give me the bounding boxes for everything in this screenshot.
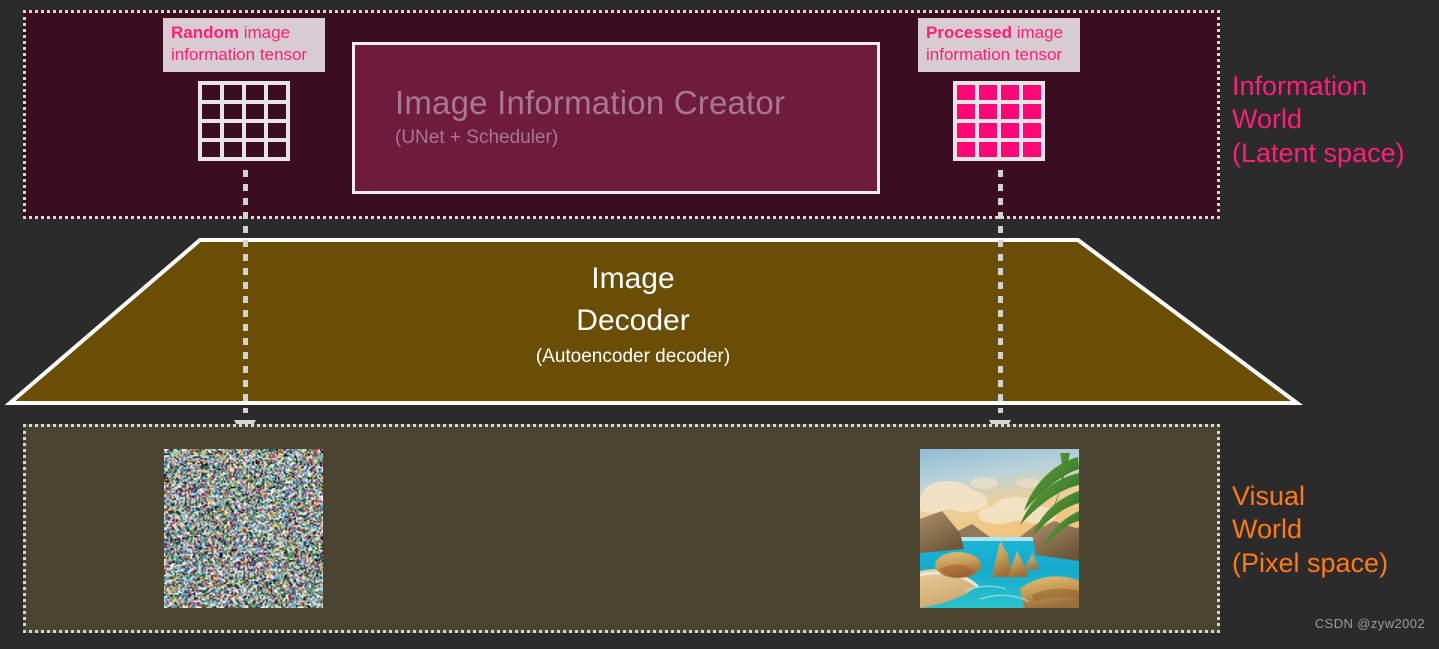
image-decoder-shape bbox=[0, 230, 1310, 415]
random-noise-image bbox=[164, 449, 323, 608]
creator-subtitle: (UNet + Scheduler) bbox=[395, 127, 835, 149]
random-tensor-label-strong: Random bbox=[171, 23, 239, 42]
tensor-cell bbox=[1023, 104, 1041, 119]
creator-text-block: Image Information Creator (UNet + Schedu… bbox=[395, 85, 835, 149]
image-information-creator-box: Image Information Creator (UNet + Schedu… bbox=[352, 42, 880, 194]
tensor-cell bbox=[224, 104, 242, 119]
tensor-cell bbox=[202, 123, 220, 138]
processed-tensor-label-line2: information tensor bbox=[926, 45, 1062, 64]
processed-tensor-grid bbox=[953, 81, 1045, 161]
processed-tensor-label: Processed image information tensor bbox=[918, 18, 1080, 72]
processed-tensor-label-rest: image bbox=[1012, 23, 1063, 42]
visual-world-label: Visual World (Pixel space) bbox=[1232, 480, 1388, 580]
information-world-label: Information World (Latent space) bbox=[1232, 70, 1405, 170]
tensor-cell bbox=[268, 142, 286, 157]
tensor-cell bbox=[1023, 142, 1041, 157]
tensor-cell bbox=[957, 123, 975, 138]
tensor-cell bbox=[246, 123, 264, 138]
creator-title: Image Information Creator bbox=[395, 85, 835, 121]
random-tensor-label-line2: information tensor bbox=[171, 45, 307, 64]
connector-line-left bbox=[243, 165, 248, 413]
watermark: CSDN @zyw2002 bbox=[1315, 616, 1425, 631]
tensor-cell bbox=[224, 123, 242, 138]
tensor-cell bbox=[268, 85, 286, 100]
connector-line-right bbox=[998, 165, 1003, 413]
diagram-canvas: Random image information tensor Image In… bbox=[0, 0, 1439, 649]
decoder-trapezoid bbox=[10, 240, 1297, 403]
tensor-cell bbox=[979, 104, 997, 119]
tensor-cell bbox=[224, 85, 242, 100]
noise-canvas bbox=[164, 449, 323, 608]
tensor-cell bbox=[979, 142, 997, 157]
tensor-cell bbox=[268, 123, 286, 138]
tensor-cell bbox=[979, 85, 997, 100]
random-tensor-label-rest: image bbox=[239, 23, 290, 42]
tensor-cell bbox=[224, 142, 242, 157]
tensor-cell bbox=[979, 123, 997, 138]
random-tensor-label: Random image information tensor bbox=[163, 18, 325, 72]
tensor-cell bbox=[246, 142, 264, 157]
tensor-cell bbox=[1001, 104, 1019, 119]
tensor-cell bbox=[1001, 85, 1019, 100]
random-tensor-grid bbox=[198, 81, 290, 161]
tensor-cell bbox=[957, 142, 975, 157]
processed-tensor-label-strong: Processed bbox=[926, 23, 1012, 42]
tensor-cell bbox=[1001, 142, 1019, 157]
tensor-cell bbox=[202, 104, 220, 119]
tensor-cell bbox=[202, 85, 220, 100]
tropical-beach-image bbox=[920, 449, 1079, 608]
tensor-cell bbox=[957, 85, 975, 100]
tensor-cell bbox=[202, 142, 220, 157]
tensor-cell bbox=[1001, 123, 1019, 138]
tensor-cell bbox=[1023, 85, 1041, 100]
tensor-cell bbox=[268, 104, 286, 119]
tensor-cell bbox=[246, 104, 264, 119]
tensor-cell bbox=[246, 85, 264, 100]
tensor-cell bbox=[957, 104, 975, 119]
tensor-cell bbox=[1023, 123, 1041, 138]
